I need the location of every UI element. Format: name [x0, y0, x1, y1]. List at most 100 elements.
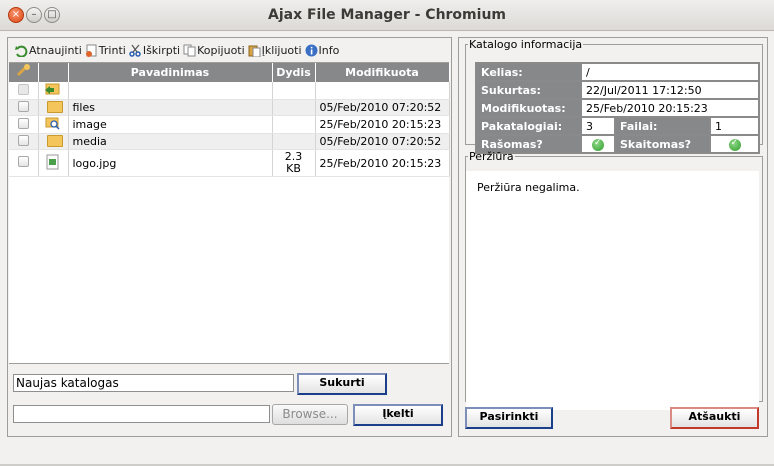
toolbar-info-button[interactable]: Info: [305, 43, 340, 57]
refresh-icon: [15, 44, 28, 58]
folder-info-fieldset: Katalogo informacija Kelias: / Sukurtas:…: [465, 38, 763, 154]
file-table-header: Pavadinimas Dydis Modifikuota: [9, 63, 450, 82]
row-modified: 25/Feb/2010 20:15:23: [315, 115, 450, 134]
modified-label: Modifikuotas:: [476, 99, 581, 117]
files-value: 1: [710, 117, 760, 135]
column-size-header[interactable]: Dydis: [272, 63, 316, 82]
subfolders-value: 3: [581, 117, 615, 135]
path-value: /: [581, 63, 760, 81]
toolbar-cut-label: Iškirpti: [142, 43, 181, 57]
row-checkbox[interactable]: [18, 100, 29, 112]
parent-folder-icon: [43, 83, 61, 99]
select-all-header[interactable]: [9, 63, 39, 82]
toolbar-paste-button[interactable]: Įklijuoti: [248, 44, 302, 57]
toolbar-copy-label: Kopijuoti: [197, 43, 245, 57]
toolbar-paste-label: Įklijuoti: [261, 43, 302, 57]
files-label: Failai:: [615, 117, 710, 135]
row-name: image: [68, 115, 273, 134]
info-panel: Katalogo informacija Kelias: / Sukurtas:…: [458, 37, 768, 437]
toolbar-info-label: Info: [318, 43, 340, 57]
table-row-image[interactable]: image 25/Feb/2010 20:15:23: [9, 115, 450, 134]
subfolders-label: Pakatalogiai:: [476, 117, 581, 135]
upload-file-input[interactable]: [13, 405, 270, 423]
info-row-counts: Pakatalogiai: 3 Failai: 1: [476, 117, 760, 135]
file-browser-panel: Atnaujinti Trinti Iškirpti Kopijuoti Įkl…: [7, 37, 452, 437]
new-folder-input[interactable]: [13, 374, 294, 392]
select-button[interactable]: Pasirinkti: [465, 407, 553, 429]
row-type-cell: [38, 82, 69, 100]
row-checkbox-cell: [9, 82, 39, 100]
row-modified: 05/Feb/2010 07:20:52: [315, 133, 450, 150]
created-value: 22/Jul/2011 17:12:50: [581, 81, 760, 99]
row-checkbox: [18, 83, 29, 95]
preview-legend: Peržiūra: [469, 150, 514, 163]
modified-value: 25/Feb/2010 20:15:23: [581, 99, 760, 117]
toolbar-refresh-button[interactable]: Atnaujinti: [15, 43, 82, 58]
folder-info-legend: Katalogo informacija: [469, 38, 583, 51]
preview-area: Peržiūra negalima.: [466, 171, 759, 410]
toolbar: Atnaujinti Trinti Iškirpti Kopijuoti Įkl…: [15, 41, 342, 59]
column-name-header[interactable]: Pavadinimas: [68, 63, 273, 82]
row-checkbox-cell: [9, 99, 39, 116]
row-type-cell: [38, 99, 69, 116]
row-name: media: [68, 133, 273, 150]
check-icon: [592, 138, 604, 151]
info-row-modified: Modifikuotas: 25/Feb/2010 20:15:23: [476, 99, 760, 117]
toolbar-cut-button[interactable]: Iškirpti: [129, 44, 180, 57]
window-title: Ajax File Manager - Chromium: [268, 7, 506, 23]
row-checkbox-cell: [9, 133, 39, 150]
copy-icon: [183, 44, 196, 57]
row-checkbox[interactable]: [18, 156, 29, 167]
toolbar-delete-label: Trinti: [98, 43, 126, 57]
row-size: [272, 115, 316, 134]
check-icon: [728, 138, 741, 151]
row-type-cell: [38, 133, 69, 150]
info-icon: [305, 44, 318, 57]
file-list: Pavadinimas Dydis Modifikuota files 05/F…: [9, 62, 450, 364]
delete-icon: [85, 44, 98, 57]
row-size: [272, 82, 316, 100]
type-header: [38, 63, 69, 82]
folder-icon: [46, 135, 63, 147]
created-label: Sukurtas:: [476, 81, 581, 99]
row-modified: 05/Feb/2010 07:20:52: [315, 99, 450, 116]
preview-fieldset: Peržiūra Peržiūra negalima.: [465, 150, 763, 410]
row-name: logo.jpg: [68, 149, 273, 177]
folder-info-table: Kelias: / Sukurtas: 22/Jul/2011 17:12:50…: [475, 62, 761, 154]
window-titlebar: × – □ Ajax File Manager - Chromium: [0, 0, 774, 31]
info-row-path: Kelias: /: [476, 63, 760, 81]
folder-icon: [46, 101, 63, 113]
create-folder-button[interactable]: Sukurti: [297, 373, 387, 395]
row-checkbox[interactable]: [18, 134, 29, 146]
table-row-logo[interactable]: logo.jpg 2.3 KB 25/Feb/2010 20:15:23: [9, 149, 450, 177]
upload-button[interactable]: Įkelti: [353, 404, 443, 426]
row-type-cell: [38, 149, 69, 177]
toolbar-refresh-label: Atnaujinti: [29, 43, 82, 57]
preview-message: Peržiūra negalima.: [477, 181, 580, 194]
row-size: [272, 133, 316, 150]
image-file-icon: [43, 154, 61, 173]
table-row-media[interactable]: media 05/Feb/2010 07:20:52: [9, 133, 450, 150]
info-row-created: Sukurtas: 22/Jul/2011 17:12:50: [476, 81, 760, 99]
table-row-files[interactable]: files 05/Feb/2010 07:20:52: [9, 99, 450, 116]
select-all-icon: [17, 64, 31, 77]
toolbar-copy-button[interactable]: Kopijuoti: [183, 44, 245, 57]
row-size: [272, 99, 316, 116]
paste-icon: [248, 44, 261, 57]
cancel-button[interactable]: Atšaukti: [670, 407, 759, 429]
row-name: [68, 82, 273, 100]
folder-search-icon: [43, 117, 61, 133]
browse-button[interactable]: Browse...: [272, 404, 348, 425]
row-size: 2.3 KB: [272, 149, 316, 177]
row-checkbox-cell: [9, 115, 39, 134]
column-modified-header[interactable]: Modifikuota: [315, 63, 450, 82]
row-checkbox-cell: [9, 149, 39, 177]
cut-icon: [129, 44, 142, 57]
table-row-parent[interactable]: [9, 82, 450, 100]
toolbar-delete-button[interactable]: Trinti: [85, 44, 126, 57]
row-modified: 25/Feb/2010 20:15:23: [315, 149, 450, 177]
row-name: files: [68, 99, 273, 116]
row-size-unit: KB: [286, 162, 301, 175]
file-table: Pavadinimas Dydis Modifikuota files 05/F…: [9, 63, 450, 177]
row-checkbox[interactable]: [18, 117, 29, 129]
